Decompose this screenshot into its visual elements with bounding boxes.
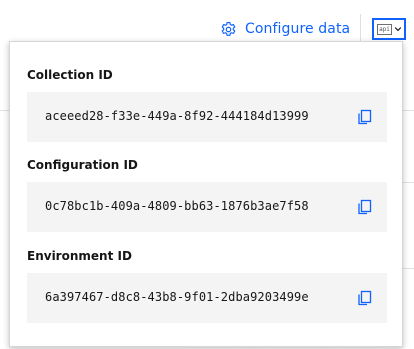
- environment-id-value: 6a397467-d8c8-43b8-9f01-2dba9203499e: [45, 290, 309, 304]
- configuration-id-snippet: 0c78bc1b-409a-4809-bb63-1876b3ae7f58: [27, 182, 387, 232]
- environment-id-snippet: 6a397467-d8c8-43b8-9f01-2dba9203499e: [27, 273, 387, 323]
- background-divider: [403, 110, 414, 111]
- configure-data-button[interactable]: Configure data: [220, 16, 350, 42]
- configuration-id-label: Configuration ID: [27, 158, 138, 172]
- collection-id-label: Collection ID: [27, 68, 113, 82]
- copy-collection-id-button[interactable]: [355, 108, 373, 126]
- copy-icon: [358, 290, 372, 306]
- configure-data-label: Configure data: [245, 21, 351, 37]
- background-divider: [403, 182, 414, 183]
- configuration-id-value: 0c78bc1b-409a-4809-bb63-1876b3ae7f58: [45, 199, 309, 213]
- copy-icon: [358, 109, 372, 125]
- environment-id-label: Environment ID: [27, 249, 132, 263]
- collection-id-snippet: aceeed28-f33e-449a-8f92-444184d13999: [27, 92, 387, 142]
- copy-environment-id-button[interactable]: [355, 289, 373, 307]
- gear-icon: [220, 21, 237, 38]
- api-icon: api: [377, 23, 392, 35]
- page: ▬▬▬▬ ▬▬▬ ▬▬▬▬▬▬ ▬▬▬ Configure data api C…: [0, 0, 414, 349]
- chevron-down-icon: [394, 27, 402, 32]
- collection-id-value: aceeed28-f33e-449a-8f92-444184d13999: [45, 109, 309, 123]
- background-divider: [403, 268, 414, 269]
- copy-configuration-id-button[interactable]: [355, 198, 373, 216]
- api-menu-button[interactable]: api: [372, 18, 406, 40]
- header-divider: [360, 14, 361, 44]
- copy-icon: [358, 199, 372, 215]
- api-info-popover: Collection ID aceeed28-f33e-449a-8f92-44…: [9, 41, 403, 347]
